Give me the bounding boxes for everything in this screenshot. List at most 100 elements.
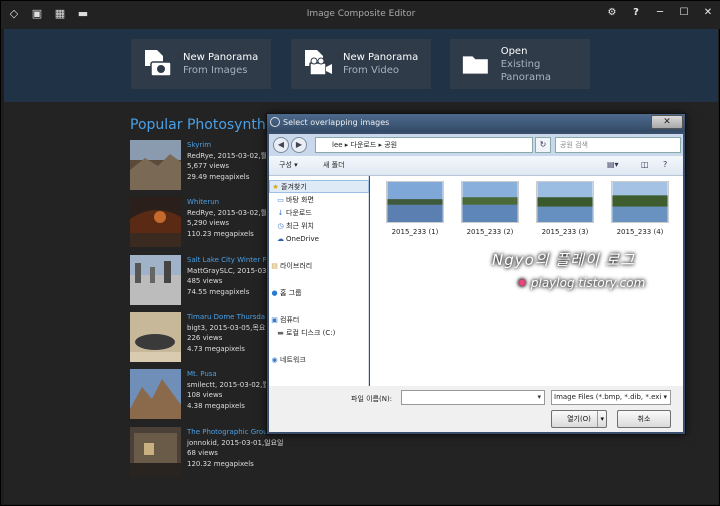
new-panorama-images-button[interactable]: New Panorama From Images [131,39,271,89]
panorama-megapixels: 120.32 megapixels [187,459,254,468]
section-title: Popular Photosynth.ne [130,117,288,133]
maximize-icon[interactable]: ☐ [677,7,691,18]
nav-item-libraries[interactable]: ▤ 라이브러리 [269,260,369,273]
nav-item-downloads[interactable]: ↓ 다운로드 [269,207,369,220]
preview-pane-icon[interactable]: ◫ [641,160,649,169]
help-icon[interactable]: ? [629,7,643,18]
list-item-meta: Whiterun RedRye, 2015-03-02,월 5,290 view… [187,197,267,239]
nav-item-recent[interactable]: ◷ 최근 위치 [269,220,369,233]
panorama-author: RedRye, 2015-03-02,월 [187,151,268,160]
disk-icon: ▬ [277,329,284,337]
panorama-author: smilectt, 2015-03-02,월 [187,380,269,389]
open-panorama-button[interactable]: Open Existing Panorama [450,39,590,89]
file-type-select[interactable]: Image Files (*.bmp, *.dib, *.exi ▾ [551,390,671,405]
list-item-meta: Salt Lake City Winter P MattGraySLC, 201… [187,255,269,297]
panorama-views: 485 views [187,277,223,285]
nav-item-onedrive[interactable]: ☁ OneDrive [269,233,369,246]
path-breadcrumb[interactable]: lee ▸ 다운로드 ▸ 공원 [315,137,533,153]
thumbnail [130,140,181,190]
video-icon [305,50,332,76]
file-name: 2015_233 (4) [616,228,664,236]
watermark-title: Ngyo의 플레이 로그 [492,251,636,269]
panorama-author: RedRye, 2015-03-02,월 [187,208,268,217]
filename-input[interactable]: ▾ [401,390,545,405]
homegroup-icon: ● [271,289,278,297]
nav-item-label: 네트워크 [280,356,306,364]
file-dialog: Select overlapping images ✕ ◀ ▶ lee ▸ 다운… [266,113,686,435]
action-title: Open [500,45,528,57]
file-name: 2015_233 (3) [541,228,589,236]
panorama-name[interactable]: Mt. Pusa [187,369,269,380]
back-icon[interactable]: ◀ [273,137,289,153]
dialog-title-bar: Select overlapping images ✕ [267,114,685,132]
nav-item-favorites[interactable]: ★ 즐겨찾기 [269,180,369,193]
file-name: 2015_233 (1) [391,228,439,236]
file-thumbnail [536,181,594,223]
new-folder-button[interactable]: 새 폴더 [323,160,345,170]
action-subtitle: From Video [343,65,399,76]
nav-item-computer[interactable]: ▣ 컴퓨터 [269,314,369,327]
dialog-close-button[interactable]: ✕ [651,115,683,129]
panorama-views: 108 views [187,391,223,399]
settings-icon[interactable]: ⚙ [605,7,619,18]
file-item[interactable]: 2015_233 (4) [609,181,669,241]
forward-icon[interactable]: ▶ [291,137,307,153]
open-button-label: 열기(O) [567,415,591,423]
nav-item-desktop[interactable]: ▭ 바탕 화면 [269,194,369,207]
download-icon: ↓ [277,209,284,217]
file-item[interactable]: 2015_233 (2) [459,181,519,241]
panorama-views: 5,677 views [187,162,230,170]
chevron-down-icon[interactable]: ▾ [537,393,541,401]
star-icon: ★ [272,183,279,191]
thumbnail [130,197,181,247]
panorama-megapixels: 29.49 megapixels [187,172,250,181]
cancel-button[interactable]: 취소 [617,410,671,428]
window-controls: ⚙ ? ─ ☐ ✕ [605,7,715,18]
library-icon: ▤ [271,262,278,270]
close-icon[interactable]: ✕ [701,7,715,18]
panorama-name[interactable]: Whiterun [187,197,267,208]
panorama-name[interactable]: Salt Lake City Winter P [187,255,269,266]
file-type-value: Image Files (*.bmp, *.dib, *.exi [554,393,662,401]
title-bar: ◇ ▣ ▦ ▬ Image Composite Editor ⚙ ? ─ ☐ ✕ [1,1,720,29]
help-icon[interactable]: ? [663,160,667,169]
action-subtitle: From Images [183,65,248,76]
panorama-megapixels: 4.73 megapixels [187,344,245,353]
action-subtitle: Existing Panorama [500,58,551,83]
computer-icon: ▣ [271,316,278,324]
nav-item-label: 즐겨찾기 [281,183,307,191]
nav-item-local-disk[interactable]: ▬ 로컬 디스크 (C:) [269,327,369,340]
panorama-views: 68 views [187,449,218,457]
folder-icon [462,56,488,74]
panorama-name[interactable]: Timaru Dome Thursda [187,312,265,323]
view-options-icon[interactable]: ▤▾ [607,160,619,169]
star-icon: ✸ [517,276,531,290]
thumbnail [130,427,181,477]
panorama-name[interactable]: Skyrim [187,140,267,151]
dialog-title: Select overlapping images [283,118,390,127]
action-title: New Panorama [183,52,259,63]
refresh-icon[interactable]: ↻ [535,137,551,153]
thumbnail [130,255,181,305]
search-input[interactable]: 공원 검색 [555,137,681,153]
camera-icon [145,50,172,77]
chevron-down-icon[interactable]: ▾ [597,411,604,427]
chevron-down-icon: ▾ [663,393,667,401]
action-banner: New Panorama From Images New Panorama Fr… [4,29,718,102]
panorama-author: jonnokid, 2015-03-01,일요일 [187,438,284,447]
nav-item-label: 바탕 화면 [286,196,314,204]
organize-button[interactable]: 구성 ▾ [279,160,298,170]
file-thumbnail [461,181,519,223]
nav-item-label: 홈 그룹 [280,289,302,297]
open-button[interactable]: 열기(O) ▾ [551,410,607,428]
nav-item-label: 컴퓨터 [280,316,300,324]
nav-item-homegroup[interactable]: ● 홈 그룹 [269,287,369,300]
cloud-icon: ☁ [277,235,284,243]
watermark-url: ✸ playlog.tistory.com [517,276,645,290]
new-panorama-video-button[interactable]: New Panorama From Video [291,39,431,89]
file-item[interactable]: 2015_233 (3) [534,181,594,241]
file-item[interactable]: 2015_233 (1) [384,181,444,241]
nav-item-network[interactable]: ◉ 네트워크 [269,354,369,367]
minimize-icon[interactable]: ─ [653,7,667,18]
watermark-url-text: playlog.tistory.com [530,276,646,290]
